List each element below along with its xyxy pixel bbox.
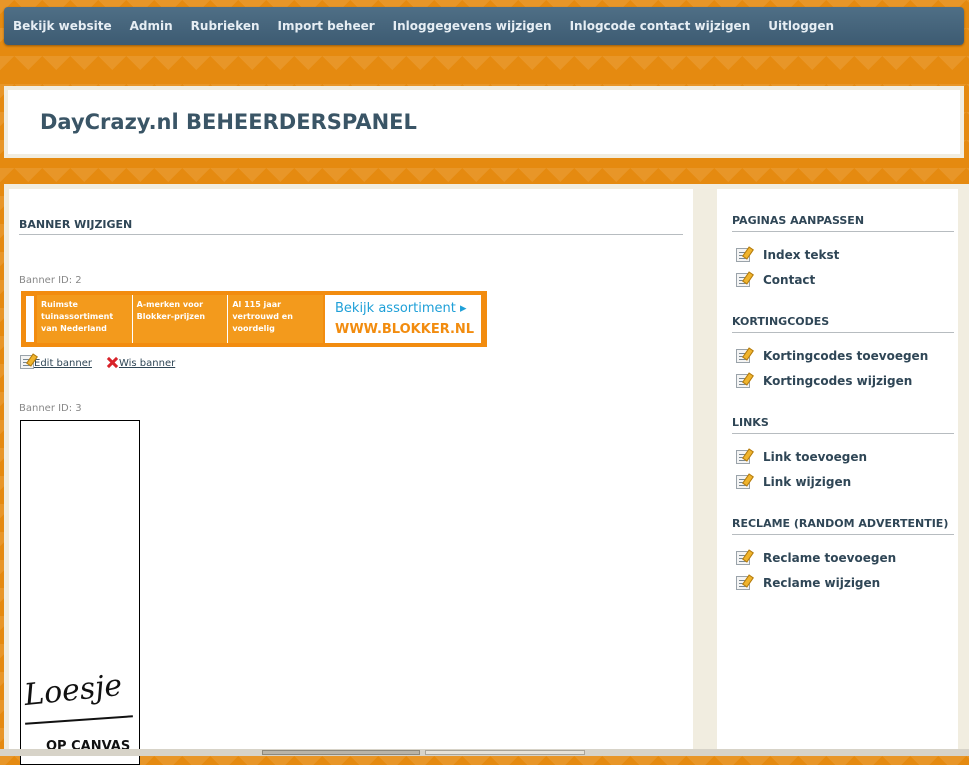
edit-icon[interactable]	[20, 355, 34, 369]
sidebar-link[interactable]: Reclame toevoegen	[763, 551, 896, 565]
edit-icon	[736, 348, 750, 363]
top-navigation: Bekijk website Admin Rubrieken Import be…	[4, 7, 964, 45]
loesje-signature: Loesje	[22, 667, 124, 714]
sidebar-section-title: KORTINGCODES	[732, 315, 954, 333]
banner-id-label: Banner ID: 2	[19, 275, 82, 286]
banner-id-label: Banner ID: 3	[19, 403, 82, 414]
sidebar-section-title: PAGINAS AANPASSEN	[732, 214, 954, 232]
nav-import-beheer[interactable]: Import beheer	[278, 19, 375, 33]
horizontal-scrollbar[interactable]	[0, 749, 969, 756]
sidebar-link[interactable]: Link wijzigen	[763, 475, 851, 489]
content-area: BANNER WIJZIGEN Banner ID: 2 Ruimste tui…	[4, 184, 969, 765]
edit-banner-link[interactable]: Edit banner	[34, 358, 92, 369]
nav-admin[interactable]: Admin	[130, 19, 173, 33]
loesje-banner-image: Loesje OP CANVAS	[20, 420, 140, 765]
blokker-banner-cta: Bekijk assortiment ▸ WWW.BLOKKER.NL	[325, 295, 481, 343]
signature-underline	[25, 715, 133, 725]
sidebar-item-kortingcodes-wijzigen[interactable]: Kortingcodes wijzigen	[732, 368, 954, 393]
edit-icon	[736, 449, 750, 464]
scrollbar-track-segment[interactable]	[425, 750, 585, 755]
edit-icon	[736, 474, 750, 489]
edit-icon	[736, 550, 750, 565]
sidebar-item-link-toevoegen[interactable]: Link toevoegen	[732, 444, 954, 469]
delete-banner-action: Wis banner	[106, 356, 175, 369]
sidebar-link[interactable]: Kortingcodes toevoegen	[763, 349, 928, 363]
heading-divider	[19, 234, 683, 235]
sidebar-link[interactable]: Index tekst	[763, 248, 839, 262]
section-heading: BANNER WIJZIGEN	[19, 218, 133, 231]
page-title: DayCrazy.nl BEHEERDERSPANEL	[40, 110, 417, 134]
edit-icon	[736, 373, 750, 388]
blokker-banner-image: Ruimste tuinassortiment van Nederland A-…	[21, 291, 487, 347]
sidebar-item-contact[interactable]: Contact	[732, 267, 954, 292]
sidebar-section-title: RECLAME (RANDOM ADVERTENTIE)	[732, 517, 954, 535]
sidebar-section-title: LINKS	[732, 416, 954, 434]
edit-icon	[736, 247, 750, 262]
blokker-banner-col-2: A-merken voor Blokker-prijzen	[133, 295, 229, 343]
sidebar-item-link-wijzigen[interactable]: Link wijzigen	[732, 469, 954, 494]
header-panel: DayCrazy.nl BEHEERDERSPANEL	[8, 90, 960, 154]
sidebar-link[interactable]: Reclame wijzigen	[763, 576, 880, 590]
sidebar-item-reclame-wijzigen[interactable]: Reclame wijzigen	[732, 570, 954, 595]
nav-rubrieken[interactable]: Rubrieken	[191, 19, 260, 33]
scrollbar-thumb[interactable]	[262, 750, 420, 755]
sidebar-link[interactable]: Kortingcodes wijzigen	[763, 374, 912, 388]
banner-actions: Edit banner Wis banner	[20, 355, 175, 369]
blokker-banner-col-3: Al 115 jaar vertrouwd en voordelig	[232, 300, 293, 333]
blokker-cta-text: Bekijk assortiment ▸	[335, 301, 467, 316]
sidebar-section-links: LINKS Link toevoegen Link wijzigen	[732, 416, 954, 494]
sidebar-section-kortingcodes: KORTINGCODES Kortingcodes toevoegen Kort…	[732, 315, 954, 393]
edit-banner-action: Edit banner	[20, 355, 92, 369]
blokker-banner-columns: Ruimste tuinassortiment van Nederland A-…	[37, 295, 323, 343]
delete-banner-link[interactable]: Wis banner	[119, 358, 175, 369]
sidebar-item-index-tekst[interactable]: Index tekst	[732, 242, 954, 267]
nav-bekijk-website[interactable]: Bekijk website	[13, 19, 112, 33]
sidebar-section-paginas: PAGINAS AANPASSEN Index tekst Contact	[732, 214, 954, 292]
sidebar-item-kortingcodes-toevoegen[interactable]: Kortingcodes toevoegen	[732, 343, 954, 368]
sidebar-section-reclame: RECLAME (RANDOM ADVERTENTIE) Reclame toe…	[732, 517, 954, 595]
edit-icon	[736, 272, 750, 287]
blokker-banner-col-1: Ruimste tuinassortiment van Nederland	[37, 295, 133, 343]
page-header: DayCrazy.nl BEHEERDERSPANEL	[4, 86, 964, 158]
sidebar-link[interactable]: Link toevoegen	[763, 450, 867, 464]
nav-inloggegevens-wijzigen[interactable]: Inloggegevens wijzigen	[393, 19, 552, 33]
sidebar-link[interactable]: Contact	[763, 273, 815, 287]
sidebar: PAGINAS AANPASSEN Index tekst Contact KO…	[717, 189, 958, 756]
sidebar-item-reclame-toevoegen[interactable]: Reclame toevoegen	[732, 545, 954, 570]
main-content: BANNER WIJZIGEN Banner ID: 2 Ruimste tui…	[9, 189, 693, 765]
edit-icon	[736, 575, 750, 590]
nav-uitloggen[interactable]: Uitloggen	[768, 19, 834, 33]
blokker-logo	[25, 295, 35, 343]
delete-x-icon[interactable]	[106, 356, 119, 369]
blokker-url-text: WWW.BLOKKER.NL	[335, 322, 475, 337]
nav-inlogcode-contact-wijzigen[interactable]: Inlogcode contact wijzigen	[570, 19, 751, 33]
